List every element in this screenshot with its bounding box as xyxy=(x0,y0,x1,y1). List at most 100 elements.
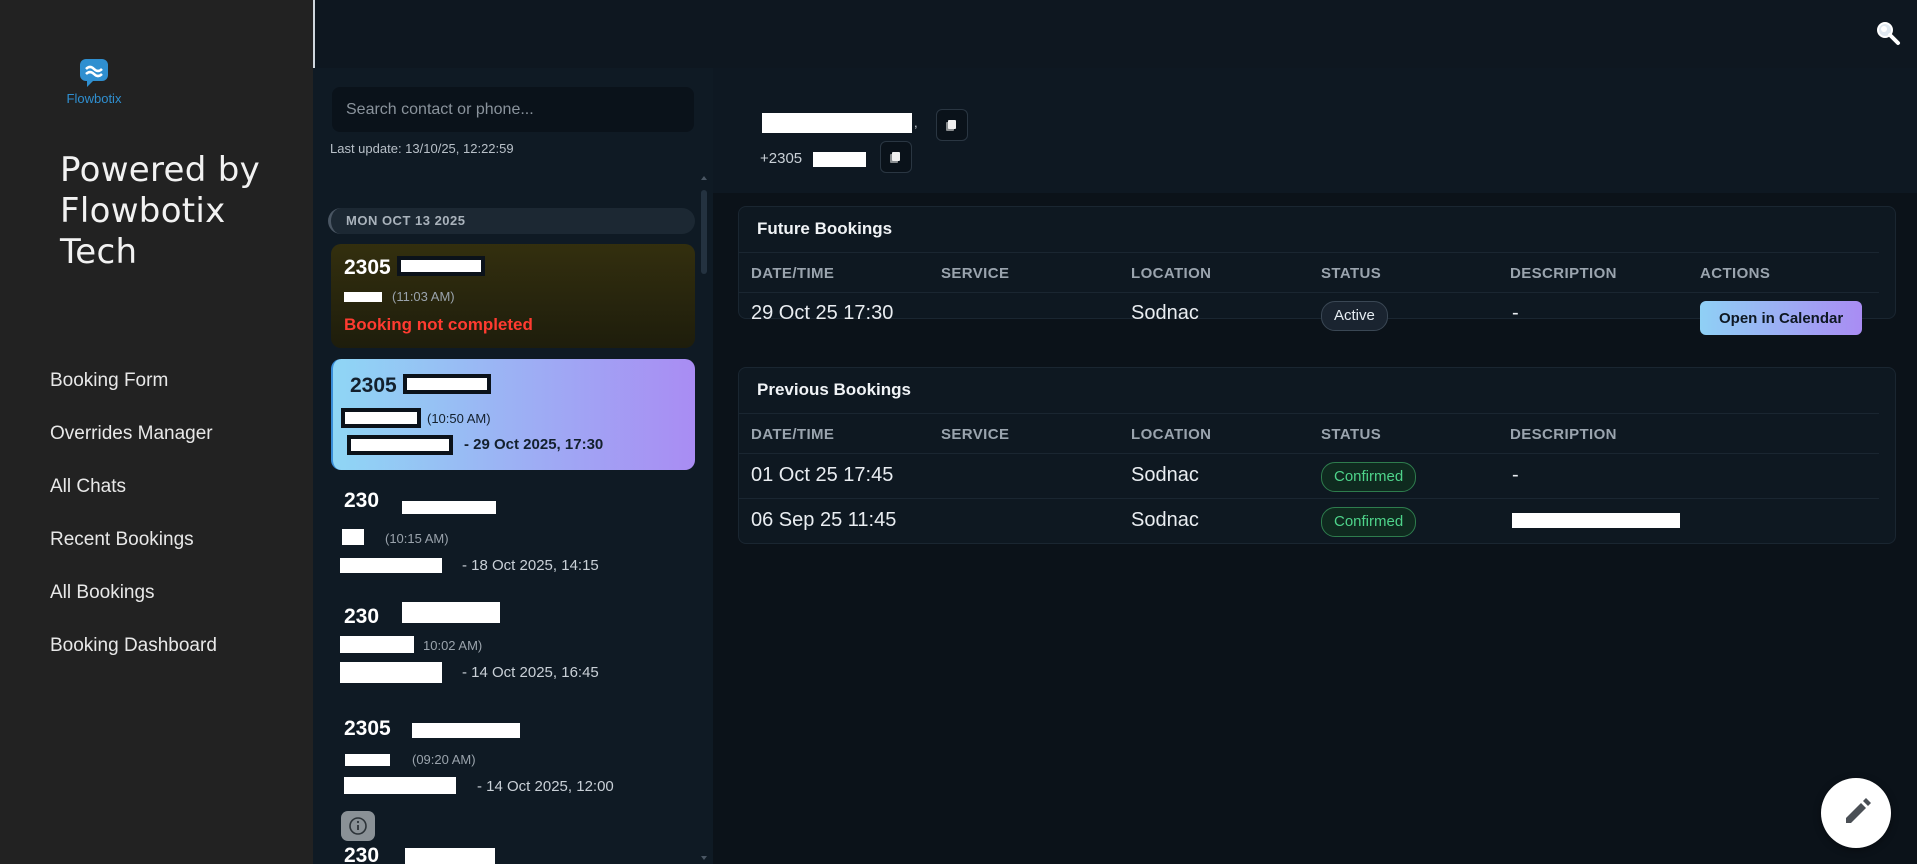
contact-name-suffix: , xyxy=(914,115,918,130)
future-bookings-title: Future Bookings xyxy=(757,219,893,238)
scrollbar-thumb[interactable] xyxy=(701,190,707,274)
chat-item[interactable]: 230 10:02 AM) - 14 Oct 2025, 16:45 xyxy=(331,595,695,707)
redacted-block xyxy=(762,113,912,133)
redacted-block xyxy=(344,292,382,302)
chat-phone: 230 xyxy=(344,489,380,512)
chat-phone: 2305 xyxy=(344,717,391,740)
flowbotix-logo[interactable]: Flowbotix xyxy=(58,56,130,106)
col-datetime: DATE/TIME xyxy=(751,265,835,282)
previous-bookings-title: Previous Bookings xyxy=(757,380,911,399)
chat-item[interactable]: 230 (10:15 AM) - 18 Oct 2025, 14:15 xyxy=(331,481,695,593)
status-badge: Active xyxy=(1321,301,1388,331)
nav-item-overrides-manager[interactable]: Overrides Manager xyxy=(50,416,217,469)
chat-item[interactable]: 230 xyxy=(331,838,695,864)
edit-fab-button[interactable] xyxy=(1821,778,1891,848)
col-service: SERVICE xyxy=(941,265,1010,282)
previous-bookings-panel: Previous Bookings DATE/TIME SERVICE LOCA… xyxy=(738,367,1896,544)
col-service: SERVICE xyxy=(941,426,1010,443)
redacted-block xyxy=(405,848,495,864)
sidebar-nav: Booking Form Overrides Manager All Chats… xyxy=(50,363,217,681)
chat-item[interactable]: 2305 (11:03 AM) Booking not completed xyxy=(331,244,695,348)
col-description: DESCRIPTION xyxy=(1510,265,1617,282)
redacted-block xyxy=(340,636,414,653)
sidebar: Flowbotix Powered by Flowbotix Tech Book… xyxy=(0,0,313,864)
main-panel: , +2305 Future Bookings DATE/TIME SERVIC… xyxy=(713,68,1917,864)
future-bookings-header: DATE/TIME SERVICE LOCATION STATUS DESCRI… xyxy=(739,252,1879,293)
col-location: LOCATION xyxy=(1131,426,1212,443)
col-description: DESCRIPTION xyxy=(1510,426,1617,443)
col-status: STATUS xyxy=(1321,265,1382,282)
redacted-block xyxy=(412,723,520,738)
col-location: LOCATION xyxy=(1131,265,1212,282)
status-badge: Confirmed xyxy=(1321,462,1417,492)
table-row: 29 Oct 25 17:30 Sodnac Active - Open in … xyxy=(739,292,1879,335)
open-in-calendar-button[interactable]: Open in Calendar xyxy=(1700,301,1863,335)
contact-phone-prefix: +2305 xyxy=(760,150,803,167)
col-status: STATUS xyxy=(1321,426,1382,443)
chat-time: (11:03 AM) xyxy=(392,289,455,304)
chat-phone: 2305 xyxy=(344,256,391,279)
info-button[interactable] xyxy=(341,811,375,841)
nav-item-recent-bookings[interactable]: Recent Bookings xyxy=(50,522,217,575)
chat-booking-date: - 29 Oct 2025, 17:30 xyxy=(464,436,604,453)
chat-time: (10:15 AM) xyxy=(385,531,449,546)
cell-location: Sodnac xyxy=(1131,509,1199,531)
chat-item[interactable]: 2305 (09:20 AM) - 14 Oct 2025, 12:00 xyxy=(331,709,695,821)
redacted-block xyxy=(344,777,456,794)
powered-by-text: Powered by Flowbotix Tech xyxy=(60,150,261,272)
col-actions: ACTIONS xyxy=(1700,265,1771,282)
previous-bookings-header: DATE/TIME SERVICE LOCATION STATUS DESCRI… xyxy=(739,413,1879,454)
nav-item-all-bookings[interactable]: All Bookings xyxy=(50,575,217,628)
cell-datetime: 06 Sep 25 11:45 xyxy=(751,509,897,531)
scroll-down-arrow-icon[interactable] xyxy=(701,856,707,860)
status-badge: Confirmed xyxy=(1321,507,1417,537)
redacted-block xyxy=(402,501,496,514)
copy-phone-button[interactable] xyxy=(880,141,912,173)
top-bar xyxy=(313,0,1917,68)
magnifier-icon[interactable] xyxy=(1875,20,1901,51)
redacted-block xyxy=(402,602,500,623)
cell-location: Sodnac xyxy=(1131,302,1199,324)
chat-time: (10:50 AM) xyxy=(427,411,491,426)
redacted-block xyxy=(1512,513,1680,528)
chat-booking-date: - 14 Oct 2025, 12:00 xyxy=(477,778,614,795)
chat-time: (09:20 AM) xyxy=(412,752,476,767)
table-row: 06 Sep 25 11:45 Sodnac Confirmed xyxy=(739,498,1879,543)
chat-booking-date: - 14 Oct 2025, 16:45 xyxy=(462,664,599,681)
chat-item-selected[interactable]: 2305 (10:50 AM) - 29 Oct 2025, 17:30 xyxy=(331,359,695,470)
cell-datetime: 29 Oct 25 17:30 xyxy=(751,302,894,324)
nav-item-booking-form[interactable]: Booking Form xyxy=(50,363,217,416)
cell-location: Sodnac xyxy=(1131,464,1199,486)
chat-phone: 230 xyxy=(344,844,380,864)
chat-phone: 2305 xyxy=(350,374,397,397)
chat-booking-date: - 18 Oct 2025, 14:15 xyxy=(462,557,599,574)
last-update-text: Last update: 13/10/25, 12:22:59 xyxy=(330,141,514,156)
redacted-block xyxy=(342,529,364,545)
redacted-block xyxy=(340,662,442,683)
scroll-up-arrow-icon[interactable] xyxy=(701,176,707,180)
table-row: 01 Oct 25 17:45 Sodnac Confirmed - xyxy=(739,453,1879,498)
cell-description: - xyxy=(1512,302,1519,324)
redacted-block xyxy=(340,558,442,573)
date-separator: MON OCT 13 2025 xyxy=(328,208,695,234)
chat-list-panel: Last update: 13/10/25, 12:22:59 MON OCT … xyxy=(313,68,714,864)
redacted-block xyxy=(347,435,453,455)
booking-not-completed-text: Booking not completed xyxy=(344,315,533,334)
cell-description: - xyxy=(1512,464,1519,486)
redacted-block xyxy=(341,408,421,428)
redacted-block xyxy=(813,152,866,167)
logo-text: Flowbotix xyxy=(66,91,122,106)
contact-header: , +2305 xyxy=(713,68,1917,193)
copy-name-button[interactable] xyxy=(936,109,968,141)
nav-item-booking-dashboard[interactable]: Booking Dashboard xyxy=(50,628,217,681)
cell-datetime: 01 Oct 25 17:45 xyxy=(751,464,894,486)
chat-phone: 230 xyxy=(344,605,380,628)
pencil-icon xyxy=(1846,798,1871,823)
chat-bubble-logo-icon xyxy=(77,56,111,90)
redacted-block xyxy=(397,256,485,276)
contact-search-input[interactable] xyxy=(332,87,694,132)
nav-item-all-chats[interactable]: All Chats xyxy=(50,469,217,522)
col-datetime: DATE/TIME xyxy=(751,426,835,443)
future-bookings-panel: Future Bookings DATE/TIME SERVICE LOCATI… xyxy=(738,206,1896,335)
redacted-block xyxy=(403,374,491,394)
